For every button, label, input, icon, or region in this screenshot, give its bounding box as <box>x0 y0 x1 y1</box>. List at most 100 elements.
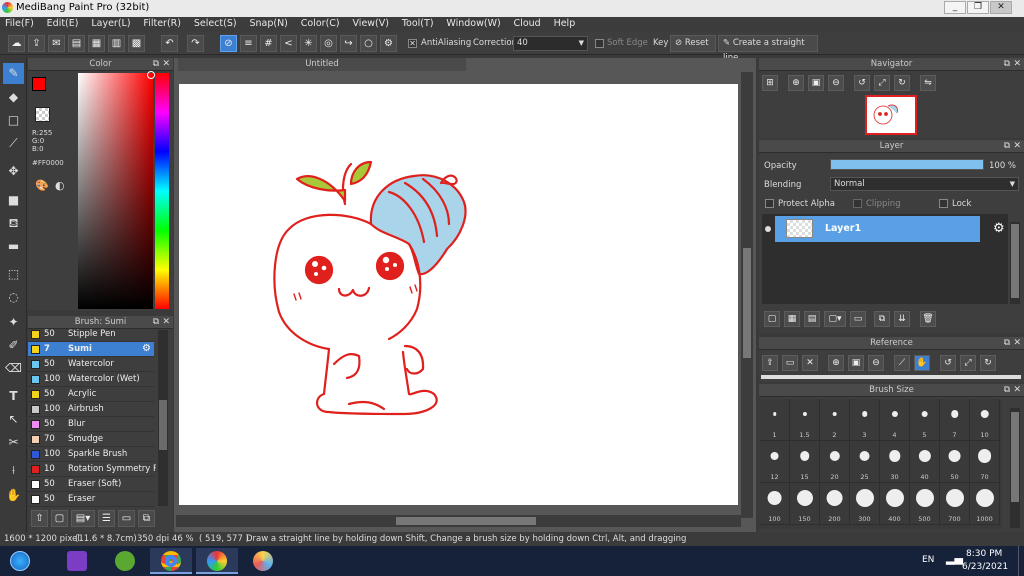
hue-slider[interactable] <box>155 73 169 309</box>
layer-scrollbar[interactable] <box>1010 222 1020 304</box>
rotate-right-icon[interactable]: ↻ <box>894 75 910 91</box>
zoom-fit-icon[interactable]: ⊞ <box>762 75 778 91</box>
brush-item[interactable]: 100 Watercolor (Wet) <box>28 372 154 387</box>
brush-size-option[interactable]: 5 <box>910 399 940 441</box>
horizontal-scroll-thumb[interactable] <box>396 517 536 525</box>
clipping-checkbox[interactable] <box>853 199 862 208</box>
fit-icon[interactable]: ⤢ <box>960 355 976 371</box>
brush-menu-icon[interactable]: ▤▾ <box>71 510 95 527</box>
delete-layer-icon[interactable]: 🗑 <box>920 311 936 327</box>
brush-size-option[interactable]: 400 <box>880 483 910 525</box>
close-icon[interactable]: ✕ <box>162 58 170 71</box>
close-button[interactable]: ✕ <box>990 1 1012 14</box>
vertical-scroll-thumb[interactable] <box>743 248 751 358</box>
parallel-snap-icon[interactable]: ≡ <box>240 35 257 52</box>
taskbar-chrome[interactable] <box>150 548 192 574</box>
brush-item[interactable]: 10 Rotation Symmetry P <box>28 462 156 477</box>
taskbar-visual-studio[interactable] <box>56 548 98 574</box>
brush-size-option[interactable]: 10 <box>970 399 1000 441</box>
zoom-in-icon[interactable]: ⊕ <box>828 355 844 371</box>
brush-size-option[interactable]: 1000 <box>970 483 1000 525</box>
undock-icon[interactable]: ⧉ <box>153 58 159 71</box>
undock-icon[interactable]: ⧉ <box>1004 140 1010 153</box>
merge-layer-icon[interactable]: ⇊ <box>894 311 910 327</box>
eyedropper-tool-icon[interactable]: ⟊ <box>3 460 24 481</box>
brush-item[interactable]: 70 Smudge <box>28 432 154 447</box>
brush-tool-icon[interactable]: ✎ <box>3 63 24 84</box>
layer-settings-gear-icon[interactable]: ⚙ <box>993 221 1005 236</box>
zoom-out-icon[interactable]: ⊖ <box>868 355 884 371</box>
brush-item[interactable]: 50 Blur <box>28 417 154 432</box>
brush-size-option[interactable]: 7 <box>940 399 970 441</box>
correction-select[interactable]: 40 ▼ <box>513 36 588 51</box>
new-8bit-layer-icon[interactable]: ▤ <box>804 311 820 327</box>
brush-size-option[interactable]: 300 <box>850 483 880 525</box>
text-tool-icon[interactable]: T <box>3 386 24 407</box>
taskbar-greenshot[interactable] <box>104 548 146 574</box>
zoom-in-icon[interactable]: ⊕ <box>788 75 804 91</box>
cross-snap-icon[interactable]: # <box>260 35 277 52</box>
hand-icon[interactable]: ✋ <box>914 355 930 371</box>
close-icon[interactable]: ✕ <box>1013 140 1021 153</box>
restore-button[interactable]: ❐ <box>967 1 989 14</box>
blending-select[interactable]: Normal ▼ <box>830 177 1019 191</box>
brush-item[interactable]: 50 Watercolor <box>28 357 154 372</box>
comment-icon[interactable]: ✉ <box>48 35 65 52</box>
rotate-right-icon[interactable]: ↻ <box>980 355 996 371</box>
navigator-preview[interactable] <box>865 95 917 135</box>
close-icon[interactable]: ✕ <box>1013 58 1021 71</box>
minimize-button[interactable]: _ <box>944 1 966 14</box>
menu-filter[interactable]: Filter(R) <box>138 17 186 29</box>
brush-size-scrollbar[interactable] <box>1010 408 1020 528</box>
brush-size-option[interactable]: 100 <box>760 483 790 525</box>
undo-icon[interactable]: ↶ <box>161 35 178 52</box>
rotate-left-icon[interactable]: ↺ <box>854 75 870 91</box>
actual-size-icon[interactable]: ▣ <box>848 355 864 371</box>
magic-wand-tool-icon[interactable]: ✦ <box>3 312 24 333</box>
fill-rect-tool-icon[interactable]: ■ <box>3 190 24 211</box>
upload-icon[interactable]: ⇪ <box>762 355 778 371</box>
menu-cloud[interactable]: Cloud <box>509 17 546 29</box>
brush-size-option[interactable]: 150 <box>790 483 820 525</box>
brush-size-option[interactable]: 50 <box>940 441 970 483</box>
radial-snap-icon[interactable]: ✳ <box>300 35 317 52</box>
color-history-icon[interactable]: ◐ <box>55 179 65 192</box>
layer-row-selected[interactable]: Layer1 <box>775 216 980 242</box>
bucket-tool-icon[interactable]: ⛾ <box>3 213 24 234</box>
undock-icon[interactable]: ⧉ <box>1004 337 1010 350</box>
add-brush-icon[interactable]: ⇧ <box>31 510 48 527</box>
brush-size-option[interactable]: 25 <box>850 441 880 483</box>
open-folder-icon[interactable]: ▭ <box>782 355 798 371</box>
grid-icon[interactable]: ▩ <box>128 35 145 52</box>
brush-size-option[interactable]: 3 <box>850 399 880 441</box>
transparent-color-swatch[interactable] <box>35 107 50 122</box>
snap-off-icon[interactable]: ⊘ <box>220 35 237 52</box>
duplicate-layer-icon[interactable]: ⧉ <box>874 311 890 327</box>
circle-snap-icon[interactable]: ◎ <box>320 35 337 52</box>
menu-color[interactable]: Color(C) <box>296 17 345 29</box>
menu-layer[interactable]: Layer(L) <box>86 17 135 29</box>
curve-snap-icon[interactable]: ↪ <box>340 35 357 52</box>
hand-tool-icon[interactable]: ✋ <box>3 485 24 506</box>
opacity-slider[interactable] <box>830 159 984 170</box>
eraser-tool-icon[interactable]: ◆ <box>3 87 24 108</box>
select-pen-tool-icon[interactable]: ✐ <box>3 335 24 356</box>
brush-settings-gear-icon[interactable]: ⚙ <box>142 342 151 356</box>
brush-size-option[interactable]: 1.5 <box>790 399 820 441</box>
menu-window[interactable]: Window(W) <box>441 17 505 29</box>
scrollbar-thumb[interactable] <box>159 400 167 450</box>
antialiasing-checkbox[interactable]: ✕ <box>408 39 417 48</box>
palette-icon[interactable]: 🎨 <box>35 179 49 192</box>
protect-alpha-checkbox[interactable] <box>765 199 774 208</box>
clock-date[interactable]: 6/23/2021 <box>962 562 1008 572</box>
rotate-left-icon[interactable]: ↺ <box>940 355 956 371</box>
brush-size-option[interactable]: 20 <box>820 441 850 483</box>
brush-size-option[interactable]: 500 <box>910 483 940 525</box>
menu-snap[interactable]: Snap(N) <box>244 17 292 29</box>
brush-size-option[interactable]: 15 <box>790 441 820 483</box>
move-tool-icon[interactable]: ✥ <box>3 161 24 182</box>
horizontal-scrollbar[interactable] <box>176 515 741 527</box>
brush-size-option[interactable]: 4 <box>880 399 910 441</box>
redo-icon[interactable]: ↷ <box>187 35 204 52</box>
network-icon[interactable]: ▂▄ <box>946 552 963 565</box>
